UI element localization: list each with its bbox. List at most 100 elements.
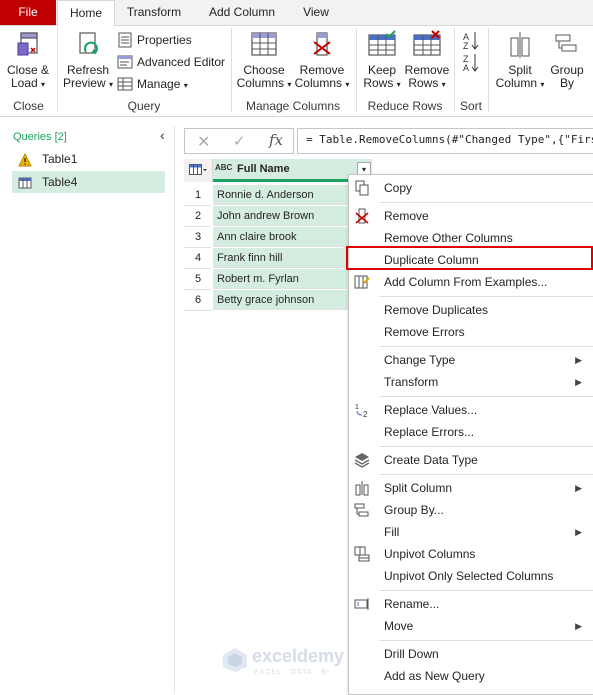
menu-item-group-by[interactable]: Group By... xyxy=(349,499,593,521)
collapse-pane-icon[interactable]: ‹ xyxy=(160,127,165,143)
query-item-table4[interactable]: Table4 xyxy=(12,171,165,193)
menu-item-replace-values[interactable]: 12 Replace Values... xyxy=(349,399,593,421)
query-item-label: Table1 xyxy=(42,152,78,166)
menu-item-fill[interactable]: Fill ▶ xyxy=(349,521,593,543)
menu-item-change-type[interactable]: Change Type ▶ xyxy=(349,349,593,371)
submenu-arrow-icon: ▶ xyxy=(575,527,582,537)
svg-text:1: 1 xyxy=(355,404,359,411)
menu-item-transform[interactable]: Transform ▶ xyxy=(349,371,593,393)
remove-rows-icon xyxy=(411,30,443,60)
group-label-sort: Sort xyxy=(459,99,482,113)
menu-item-split-column[interactable]: Split Column ▶ xyxy=(349,477,593,499)
keep-rows-button[interactable]: Keep Rows ▾ xyxy=(360,30,404,91)
manage-label: Manage xyxy=(137,77,181,91)
chevron-down-icon: ▾ xyxy=(396,80,401,89)
refresh-label-2: Preview xyxy=(62,76,106,90)
query-item-table1[interactable]: Table1 xyxy=(12,148,165,170)
tab-transform[interactable]: Transform xyxy=(118,0,190,25)
menu-item-label: Change Type xyxy=(384,353,456,367)
split-column-button[interactable]: Split Column ▾ xyxy=(494,30,546,91)
close-and-load-label-2: Load xyxy=(10,76,38,90)
menu-item-unpivot-columns[interactable]: Unpivot Columns xyxy=(349,543,593,565)
menu-item-label: Remove xyxy=(384,209,429,223)
chevron-down-icon: ▾ xyxy=(540,80,545,89)
menu-separator xyxy=(379,202,593,203)
menu-item-replace-errors[interactable]: Replace Errors... xyxy=(349,421,593,443)
group-by-button[interactable]: Group By xyxy=(546,30,588,90)
menu-item-label: Drill Down xyxy=(384,647,439,661)
submenu-arrow-icon: ▶ xyxy=(575,355,582,365)
group-by-icon xyxy=(551,30,583,60)
menu-item-add-as-new-query[interactable]: Add as New Query xyxy=(349,665,593,687)
properties-label: Properties xyxy=(137,33,192,47)
group-label-reduce-rows: Reduce Rows xyxy=(367,99,443,113)
menu-item-label: Copy xyxy=(384,181,413,195)
svg-text:2: 2 xyxy=(363,410,368,418)
menu-item-label: Add as New Query xyxy=(384,669,485,683)
unpivot-icon xyxy=(354,546,370,562)
menu-item-label: Replace Errors... xyxy=(384,425,475,439)
tab-home[interactable]: Home xyxy=(57,0,115,27)
keep-rows-icon xyxy=(366,30,398,60)
remove-rows-label-2: Rows xyxy=(408,76,439,90)
close-and-load-button[interactable]: Close & Load ▾ xyxy=(4,30,52,91)
advanced-editor-button[interactable]: Advanced Editor xyxy=(117,53,225,71)
formula-bar: ✕ ✓ fx = Table.RemoveColumns(#"Changed T… xyxy=(184,128,593,154)
menu-item-label: Split Column xyxy=(384,481,453,495)
remove-columns-button[interactable]: Remove Columns ▾ xyxy=(294,30,350,91)
table-menu-button[interactable] xyxy=(184,159,213,182)
menu-item-move[interactable]: Move ▶ xyxy=(349,615,593,637)
sort-ascending-button[interactable]: A Z Z A xyxy=(462,30,482,74)
watermark-name: exceldemy xyxy=(252,646,345,666)
chevron-down-icon: ▾ xyxy=(441,80,446,89)
ribbon-tab-bar: File Home Transform Add Column View xyxy=(0,0,593,27)
queries-header: Queries [2] xyxy=(13,131,67,143)
menu-item-drill-down[interactable]: Drill Down xyxy=(349,643,593,665)
remove-columns-label-2: Columns xyxy=(294,76,342,90)
menu-separator xyxy=(379,640,593,641)
menu-item-create-data-type[interactable]: Create Data Type xyxy=(349,449,593,471)
advanced-editor-label: Advanced Editor xyxy=(137,55,226,69)
keep-rows-label-2: Rows xyxy=(363,76,394,90)
column-header-label: Full Name xyxy=(237,163,290,175)
remove-rows-button[interactable]: Remove Rows ▾ xyxy=(403,30,451,91)
menu-item-remove-errors[interactable]: Remove Errors xyxy=(349,321,593,343)
formula-input[interactable]: = Table.RemoveColumns(#"Changed Type",{"… xyxy=(297,128,593,154)
data-grid: ABC Full Name ▾ 1 Ronnie d. Anderson 2 J… xyxy=(184,159,372,312)
tab-file[interactable]: File xyxy=(0,0,56,25)
table-menu-icon xyxy=(189,164,207,175)
remove-columns-icon xyxy=(306,30,338,60)
menu-item-unpivot-only-selected[interactable]: Unpivot Only Selected Columns xyxy=(349,565,593,587)
fx-icon[interactable]: fx xyxy=(269,131,283,149)
manage-button[interactable]: Manage ▾ xyxy=(117,75,188,93)
menu-item-label: Move xyxy=(384,619,414,633)
type-badge-icon[interactable]: ABC xyxy=(215,163,232,172)
remove-icon xyxy=(354,208,370,224)
chevron-down-icon: ▾ xyxy=(41,80,46,89)
menu-separator xyxy=(379,396,593,397)
commit-icon[interactable]: ✓ xyxy=(233,132,246,150)
chevron-down-icon: ▾ xyxy=(345,80,350,89)
menu-item-rename[interactable]: Rename... xyxy=(349,593,593,615)
menu-item-copy[interactable]: Copy xyxy=(349,177,593,199)
menu-item-label: Transform xyxy=(384,375,439,389)
refresh-preview-button[interactable]: Refresh Preview ▾ xyxy=(62,30,114,91)
tab-view[interactable]: View xyxy=(294,0,338,25)
cancel-icon[interactable]: ✕ xyxy=(197,132,210,152)
menu-item-label: Rename... xyxy=(384,597,440,611)
properties-icon xyxy=(117,32,133,48)
menu-separator xyxy=(379,296,593,297)
split-column-icon xyxy=(504,30,536,60)
formula-text: = Table.RemoveColumns(#"Changed Type",{"… xyxy=(306,133,593,146)
split-column-icon xyxy=(354,480,370,496)
choose-columns-button[interactable]: Choose Columns ▾ xyxy=(236,30,292,91)
menu-item-add-column-from-examples[interactable]: Add Column From Examples... xyxy=(349,271,593,293)
menu-separator xyxy=(379,346,593,347)
tab-add-column[interactable]: Add Column xyxy=(196,0,288,25)
properties-button[interactable]: Properties xyxy=(117,31,192,49)
menu-item-label: Create Data Type xyxy=(384,453,478,467)
menu-item-remove[interactable]: Remove xyxy=(349,205,593,227)
svg-text:Z: Z xyxy=(463,41,469,51)
menu-item-remove-duplicates[interactable]: Remove Duplicates xyxy=(349,299,593,321)
row-number: 5 xyxy=(184,269,212,290)
